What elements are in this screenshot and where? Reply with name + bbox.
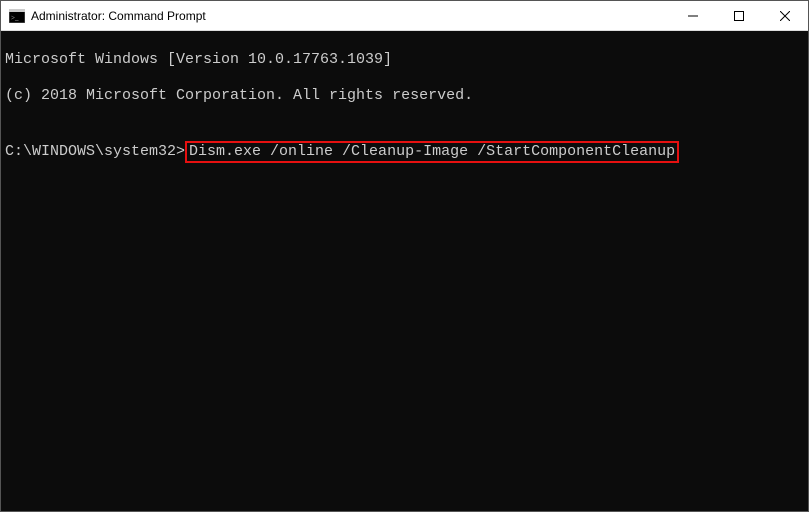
close-button[interactable]	[762, 1, 808, 30]
prompt-line: C:\WINDOWS\system32>Dism.exe /online /Cl…	[5, 141, 804, 163]
command-highlight: Dism.exe /online /Cleanup-Image /StartCo…	[185, 141, 679, 163]
cmd-icon: >_	[9, 8, 25, 24]
version-line: Microsoft Windows [Version 10.0.17763.10…	[5, 51, 804, 69]
maximize-button[interactable]	[716, 1, 762, 30]
svg-text:>_: >_	[11, 14, 19, 22]
prompt-text: C:\WINDOWS\system32>	[5, 143, 185, 160]
copyright-line: (c) 2018 Microsoft Corporation. All righ…	[5, 87, 804, 105]
titlebar[interactable]: >_ Administrator: Command Prompt	[1, 1, 808, 31]
command-text: Dism.exe /online /Cleanup-Image /StartCo…	[189, 143, 675, 160]
window-controls	[670, 1, 808, 30]
window-title: Administrator: Command Prompt	[31, 9, 670, 23]
terminal-area[interactable]: Microsoft Windows [Version 10.0.17763.10…	[1, 31, 808, 511]
minimize-button[interactable]	[670, 1, 716, 30]
command-prompt-window: >_ Administrator: Command Prompt	[0, 0, 809, 512]
